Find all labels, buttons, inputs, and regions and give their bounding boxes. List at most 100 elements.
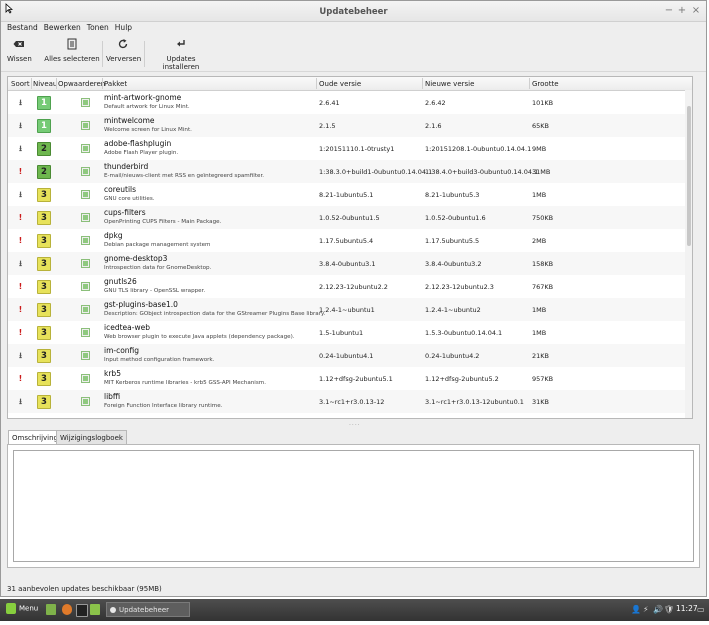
files-icon[interactable] <box>90 604 100 615</box>
upgrade-checkbox[interactable] <box>81 328 90 337</box>
table-row[interactable]: ⭳ 3 gnome-desktop3 Introspection data fo… <box>8 252 692 275</box>
upgrade-checkbox[interactable] <box>81 167 90 176</box>
toolbar: Wissen Alles selecteren Verversen Update… <box>1 35 706 72</box>
level-badge: 3 <box>37 234 51 248</box>
table-row[interactable]: ⭳ 3 im-config Input method configuration… <box>8 344 692 367</box>
package-size: 9MB <box>532 145 547 153</box>
column-upgrade[interactable]: Opwaarderen <box>58 80 105 88</box>
level-badge: 3 <box>37 280 51 294</box>
pane-splitter-handle[interactable]: ···· <box>349 422 361 429</box>
table-row[interactable]: ! 3 gst-plugins-base1.0 Description: GOb… <box>8 298 692 321</box>
level-badge: 1 <box>37 119 51 133</box>
column-type[interactable]: Soort <box>11 80 30 88</box>
firefox-icon[interactable] <box>62 604 72 615</box>
upgrade-checkbox[interactable] <box>81 305 90 314</box>
menu-file[interactable]: Bestand <box>7 23 38 32</box>
updates-list[interactable]: Soort Niveau Opwaarderen Pakket Oude ver… <box>7 76 693 419</box>
level-badge: 3 <box>37 257 51 271</box>
start-menu-label: Menu <box>19 604 39 613</box>
column-old-version[interactable]: Oude versie <box>319 80 361 88</box>
package-name: dpkg <box>104 231 123 240</box>
upgrade-checkbox[interactable] <box>81 121 90 130</box>
level-badge: 3 <box>37 211 51 225</box>
upgrade-checkbox[interactable] <box>81 144 90 153</box>
upgrade-checkbox[interactable] <box>81 259 90 268</box>
upgrade-checkbox[interactable] <box>81 282 90 291</box>
old-version: 2.6.41 <box>319 99 340 107</box>
scrollbar-thumb[interactable] <box>687 106 691 246</box>
volume-icon[interactable]: 🔊 <box>653 605 663 614</box>
table-row[interactable]: ! 2 thunderbird E-mail/nieuws-client met… <box>8 160 692 183</box>
upgrade-checkbox[interactable] <box>81 397 90 406</box>
package-name: adobe-flashplugin <box>104 139 172 148</box>
upgrade-checkbox[interactable] <box>81 236 90 245</box>
table-row[interactable]: ! 3 icedtea-web Web browser plugin to ex… <box>8 321 692 344</box>
table-row[interactable]: ⭳ 1 mintwelcome Welcome screen for Linux… <box>8 114 692 137</box>
list-scrollbar[interactable] <box>685 90 692 418</box>
package-description: Foreign Function Interface library runti… <box>104 403 223 409</box>
update-manager-window: Updatebeheer − + × Bestand Bewerken Tonen H… <box>0 0 707 597</box>
package-description: MIT Kerberos runtime libraries - krb5 GS… <box>104 380 267 386</box>
table-row[interactable]: ⭳ 3 coreutils GNU core utilities. 8.21-1… <box>8 183 692 206</box>
old-version: 1.0.52-0ubuntu1.5 <box>319 214 380 222</box>
show-desktop-icon[interactable] <box>46 604 56 615</box>
column-size[interactable]: Grootte <box>532 80 559 88</box>
menu-edit[interactable]: Bewerken <box>44 23 81 32</box>
close-button[interactable]: × <box>691 5 701 16</box>
column-new-version[interactable]: Nieuwe versie <box>425 80 474 88</box>
select-all-label: Alles selecteren <box>44 55 100 63</box>
select-all-button[interactable]: Alles selecteren <box>44 38 100 63</box>
network-icon[interactable]: ⚡ <box>643 605 649 614</box>
description-text-area[interactable] <box>13 450 694 562</box>
minimize-button[interactable]: − <box>664 5 674 16</box>
upgrade-checkbox[interactable] <box>81 374 90 383</box>
taskbar-window-update-manager[interactable]: Updatebeheer <box>106 602 190 617</box>
titlebar[interactable]: Updatebeheer − + × <box>1 1 706 22</box>
shield-icon[interactable]: 🛡 <box>664 605 674 614</box>
install-updates-button[interactable]: Updates installeren <box>148 38 214 71</box>
table-row[interactable]: ! 3 cups-filters OpenPrinting CUPS Filte… <box>8 206 692 229</box>
table-row[interactable]: ! 3 krb5 MIT Kerberos runtime libraries … <box>8 367 692 390</box>
package-update-icon: ⭳ <box>19 121 22 130</box>
package-size: 1MB <box>532 306 547 314</box>
package-update-icon: ⭳ <box>19 397 22 406</box>
table-row[interactable]: ⭳ 1 mint-artwork-gnome Default artwork f… <box>8 91 692 114</box>
maximize-button[interactable]: + <box>677 5 687 16</box>
package-description: Web browser plugin to execute Java apple… <box>104 334 295 340</box>
package-description: Default artwork for Linux Mint. <box>104 104 190 110</box>
new-version: 1.5.3-0ubuntu0.14.04.1 <box>425 329 503 337</box>
old-version: 2.12.23-12ubuntu2.2 <box>319 283 388 291</box>
new-version: 1.12+dfsg-2ubuntu5.2 <box>425 375 499 383</box>
old-version: 8.21-1ubuntu5.1 <box>319 191 374 199</box>
old-version: 0.24-1ubuntu4.1 <box>319 352 374 360</box>
mint-logo-icon <box>6 603 16 614</box>
upgrade-checkbox[interactable] <box>81 213 90 222</box>
terminal-icon[interactable] <box>76 604 88 617</box>
refresh-button[interactable]: Verversen <box>106 38 141 63</box>
window-title: Updatebeheer <box>319 7 388 17</box>
upgrade-checkbox[interactable] <box>81 190 90 199</box>
table-row[interactable]: ! 3 gnutls26 GNU TLS library - OpenSSL w… <box>8 275 692 298</box>
toolbar-separator <box>144 41 145 67</box>
upgrade-checkbox[interactable] <box>81 98 90 107</box>
menu-help[interactable]: Hulp <box>115 23 132 32</box>
start-menu-button[interactable]: Menu <box>6 603 38 625</box>
list-header: Soort Niveau Opwaarderen Pakket Oude ver… <box>8 77 692 91</box>
refresh-icon <box>118 39 128 49</box>
install-icon <box>177 40 185 47</box>
tab-changelog[interactable]: Wijzigingslogboek <box>56 430 127 445</box>
menu-view[interactable]: Tonen <box>87 23 109 32</box>
column-divider <box>316 78 317 89</box>
column-divider <box>102 78 103 89</box>
table-row[interactable]: ⭳ 3 libffi Foreign Function Interface li… <box>8 390 692 413</box>
table-row[interactable]: ! 3 dpkg Debian package management syste… <box>8 229 692 252</box>
clock[interactable]: 11:27 <box>676 604 698 613</box>
package-size: 31KB <box>532 398 549 406</box>
column-level[interactable]: Niveau <box>33 80 57 88</box>
column-package[interactable]: Pakket <box>104 80 127 88</box>
window-list-icon[interactable]: ▭ <box>697 605 705 614</box>
upgrade-checkbox[interactable] <box>81 351 90 360</box>
clear-button[interactable]: Wissen <box>7 38 32 63</box>
table-row[interactable]: ⭳ 2 adobe-flashplugin Adobe Flash Player… <box>8 137 692 160</box>
user-icon[interactable]: 👤 <box>631 605 641 614</box>
